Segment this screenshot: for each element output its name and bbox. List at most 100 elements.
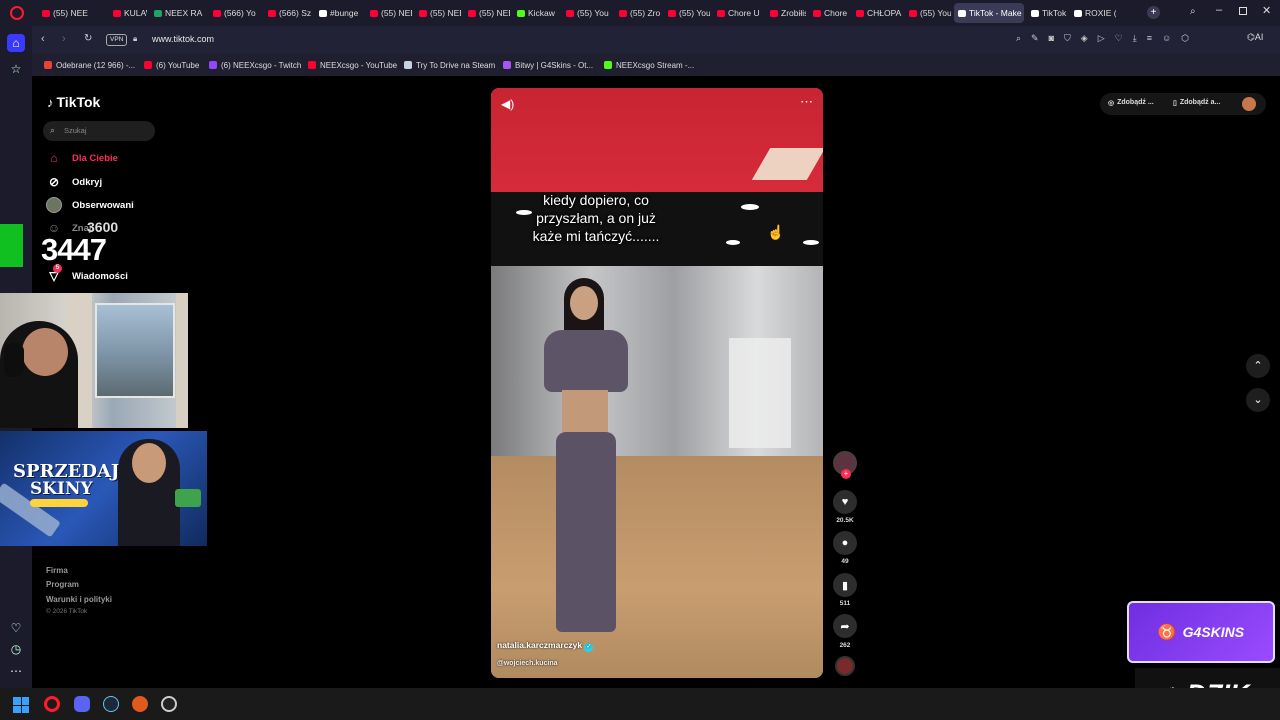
steam-taskbar-icon[interactable]: [103, 696, 119, 712]
browser-tab[interactable]: Chore U: [713, 3, 763, 23]
browser-tab[interactable]: KULAW: [109, 3, 147, 23]
scroll-up-button[interactable]: ⌃: [1246, 354, 1270, 378]
minimize-icon[interactable]: –: [1216, 4, 1222, 16]
bookmark-item[interactable]: (6) YouTube: [144, 58, 199, 72]
compass-icon: ⊘: [48, 175, 60, 189]
search-input[interactable]: ⌕ Szukaj: [43, 121, 155, 141]
profile-avatar[interactable]: [1242, 97, 1256, 111]
save-button[interactable]: ▮: [833, 573, 857, 597]
extensions-icon[interactable]: ⬡: [1181, 33, 1189, 44]
browser-tab[interactable]: (55) Zro: [615, 3, 661, 23]
vpn-badge[interactable]: VPN: [106, 34, 128, 46]
reload-icon[interactable]: ↻: [84, 33, 92, 44]
shield-icon[interactable]: ⛉: [1064, 33, 1071, 44]
nav-for-you[interactable]: ⌂ Dla Ciebie: [46, 150, 118, 166]
footer-terms-link[interactable]: Warunki i polityki: [46, 595, 112, 604]
menu-icon[interactable]: ≡: [1147, 33, 1152, 44]
maximize-icon[interactable]: [1239, 7, 1247, 15]
back-icon[interactable]: ‹: [41, 33, 45, 45]
discord-taskbar-icon[interactable]: [74, 696, 90, 712]
heart-icon[interactable]: ♡: [7, 619, 25, 637]
tiktok-logo[interactable]: ♪ TikTok: [47, 94, 100, 110]
nav-explore[interactable]: ⊘ Odkryj: [46, 174, 102, 190]
browser-tab[interactable]: (55) NEE: [464, 3, 510, 23]
bookmark-item[interactable]: Bitwy | G4Skins - Ot...: [503, 58, 593, 72]
search-tabs-icon[interactable]: ⌕: [1190, 6, 1196, 17]
heart-icon[interactable]: ♡: [1115, 33, 1123, 44]
video-player[interactable]: kiedy dopiero, co przyszłam, a on już ka…: [491, 88, 823, 678]
opera-menu-icon[interactable]: [10, 6, 24, 20]
creator-avatar[interactable]: +: [833, 451, 857, 479]
browser-tab[interactable]: TikTok - Make: [954, 3, 1024, 23]
more-options-icon[interactable]: ⋯: [800, 94, 813, 110]
messages-icon: ▽ 5: [46, 264, 62, 284]
camera-icon[interactable]: ◙: [1049, 33, 1054, 44]
url-field[interactable]: www.tiktok.com: [152, 34, 214, 44]
bookmark-item[interactable]: NEEXcsgo - YouTube: [308, 58, 397, 72]
browser-tab[interactable]: TikTok: [1027, 3, 1067, 23]
new-tab-button[interactable]: +: [1147, 6, 1160, 19]
browser-tab[interactable]: (566) Sz: [264, 3, 312, 23]
tab-label: Zrobiłiś: [781, 8, 806, 18]
close-icon[interactable]: ✕: [1262, 4, 1271, 17]
browser-tab[interactable]: Zrobiłiś: [766, 3, 806, 23]
edit-icon[interactable]: ✎: [1031, 33, 1039, 44]
browser-tab[interactable]: (55) NEE: [415, 3, 461, 23]
browser-tab[interactable]: Kickaw: [513, 3, 559, 23]
search-icon[interactable]: ⌕: [1016, 33, 1021, 44]
browser-tab[interactable]: (55) NEE: [38, 3, 106, 23]
tab-favicon-icon: [1031, 9, 1039, 17]
forward-icon[interactable]: ›: [62, 33, 66, 45]
play-icon[interactable]: ▷: [1098, 33, 1105, 44]
more-icon[interactable]: ⋯: [7, 662, 25, 680]
windows-start-icon[interactable]: [13, 697, 29, 713]
ai-button[interactable]: ⌬AI: [1247, 32, 1263, 43]
browser-tab[interactable]: (55) You: [562, 3, 612, 23]
nav-following[interactable]: Obserwowani: [46, 197, 134, 213]
nav-messages[interactable]: ▽ 5 Wiadomości: [46, 264, 128, 284]
browser-tab[interactable]: (55) You: [905, 3, 951, 23]
bookmark-label: NEEXcsgo - YouTube: [320, 60, 398, 70]
star-icon[interactable]: ☆: [7, 60, 25, 78]
get-coins-button[interactable]: ◎ Zdobądź ...: [1108, 99, 1154, 107]
address-bar: ‹ › ↻ VPN 🔒︎ www.tiktok.com ⌕ ✎ ◙ ⛉ ◈ ▷ …: [32, 26, 1280, 54]
sound-author[interactable]: @wojciech.kucina: [497, 660, 558, 667]
tab-favicon-icon: [154, 9, 162, 17]
opera-taskbar-icon[interactable]: [44, 696, 60, 712]
app-taskbar-icon[interactable]: [132, 696, 148, 712]
bookmark-item[interactable]: Try To Drive na Steam: [404, 58, 495, 72]
adblock-icon[interactable]: ◈: [1081, 33, 1088, 44]
like-button[interactable]: ♥: [833, 490, 857, 514]
scroll-down-button[interactable]: ⌄: [1246, 388, 1270, 412]
ad-line2: SKINY: [30, 479, 93, 499]
browser-tab[interactable]: Chore U: [809, 3, 849, 23]
footer-program-link[interactable]: Program: [46, 580, 79, 589]
browser-tab[interactable]: ROXIE (: [1070, 3, 1116, 23]
volume-icon[interactable]: ◀︎): [501, 97, 514, 111]
video-author[interactable]: natalia.karczmarczyk ✓: [497, 640, 594, 652]
browser-tab[interactable]: (55) NEE: [366, 3, 412, 23]
bookmark-favicon-icon: [404, 61, 412, 69]
comment-button[interactable]: ●: [833, 531, 857, 555]
download-icon[interactable]: ⤓: [1133, 33, 1137, 44]
browser-tab[interactable]: CHŁOPA: [852, 3, 902, 23]
browser-tab[interactable]: NEEX RA: [150, 3, 206, 23]
home-icon[interactable]: ⌂: [7, 34, 25, 52]
get-app-button[interactable]: ▯ Zdobądź a...: [1173, 99, 1220, 107]
bookmark-item[interactable]: (6) NEEXcsgo - Twitch: [209, 58, 301, 72]
music-disc[interactable]: [835, 656, 855, 676]
browser-tab[interactable]: (55) You: [664, 3, 710, 23]
profile-icon[interactable]: ☺: [1162, 33, 1171, 44]
bookmark-label: Try To Drive na Steam: [416, 60, 496, 70]
follow-plus-icon[interactable]: +: [841, 469, 851, 479]
tab-favicon-icon: [213, 9, 221, 17]
browser-tab[interactable]: #bunge: [315, 3, 363, 23]
bookmark-item[interactable]: Odebrane (12 966) -...: [44, 58, 135, 72]
bookmark-item[interactable]: NEEXcsgo Stream -...: [604, 58, 694, 72]
browser-tab[interactable]: (566) Yo: [209, 3, 261, 23]
obs-taskbar-icon[interactable]: [161, 696, 177, 712]
tab-label: Kickaw: [528, 8, 555, 18]
share-button[interactable]: ➦: [833, 614, 857, 638]
footer-company-link[interactable]: Firma: [46, 566, 68, 575]
history-icon[interactable]: ◷: [7, 640, 25, 658]
